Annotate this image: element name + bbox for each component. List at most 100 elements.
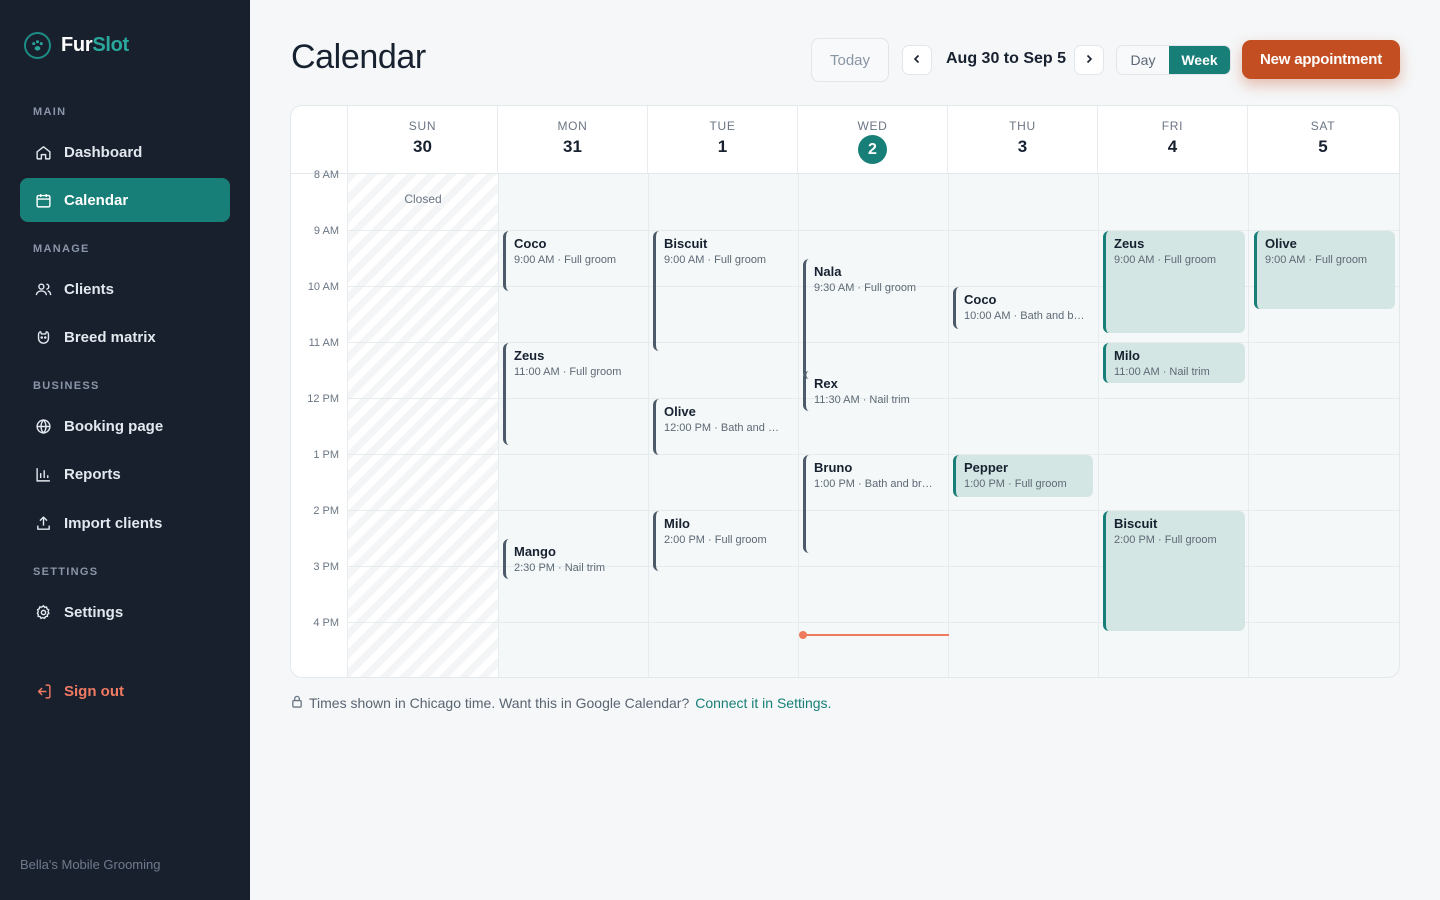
appointment-pet: Coco [964,292,997,307]
brand[interactable]: FurSlot [24,32,129,59]
sidebar-item-settings[interactable]: Settings [20,590,230,634]
appointment-card[interactable]: Milo 11:00 AM · Nail trim [1103,343,1245,383]
sidebar-item-import-clients[interactable]: Import clients [20,501,230,545]
hour-label: 4 PM [313,617,339,629]
appointment-card[interactable]: Olive 9:00 AM · Full groom [1254,231,1395,309]
appointment-card[interactable]: Biscuit 9:00 AM · Full groom [653,231,793,351]
sidebar-item-clients[interactable]: Clients [20,267,230,311]
appointment-card[interactable]: Rex 11:30 AM · Nail trim [803,371,943,411]
brand-name: FurSlot [61,34,129,57]
appointment-detail: 9:00 AM · Full groom [514,254,617,266]
appointment-pet: Milo [664,516,690,531]
day-date: 3 [1017,137,1028,156]
bar-chart-icon [34,465,52,483]
day-header-mon[interactable]: MON 31 [498,106,648,174]
appointment-card[interactable]: Zeus 9:00 AM · Full groom [1103,231,1245,333]
appointment-detail: 9:00 AM · Full groom [1114,254,1217,266]
sidebar-item-label: Calendar [64,191,129,209]
business-name: Bella's Mobile Grooming [20,857,161,872]
day-header-thu[interactable]: THU 3 [948,106,1098,174]
current-time-line [803,634,949,636]
today-button[interactable]: Today [811,38,889,82]
hour-label: 8 AM [313,169,339,181]
sign-out-label: Sign out [64,682,124,700]
connect-settings-link[interactable]: Connect it in Settings. [695,695,831,711]
day-divider [1248,174,1249,677]
dog-icon [34,328,52,346]
day-header-sat[interactable]: SAT 5 [1248,106,1398,174]
time-grid[interactable]: 8 AM 9 AM 10 AM 11 AM 12 PM 1 PM 2 PM 3 … [291,169,1399,677]
sidebar-item-label: Booking page [64,417,164,435]
day-name: TUE [709,119,736,133]
day-name: WED [857,119,888,133]
date-range: Aug 30 to Sep 5 [946,50,1067,67]
week-calendar: SUN 30 MON 31 TUE 1 WED 2 THU 3 FRI 4 SA… [290,105,1400,678]
brand-name-part1: Fur [61,34,93,56]
hour-label: 12 PM [307,393,339,405]
timezone-note: Times shown in Chicago time. Want this i… [291,695,831,711]
appointment-card[interactable]: Olive 12:00 PM · Bath and brush [653,399,793,455]
appointment-detail: 2:00 PM · Full groom [664,534,767,546]
lock-icon [291,695,303,711]
sign-out-button[interactable]: Sign out [20,669,230,713]
appointment-detail: 1:00 PM · Full groom [964,478,1067,490]
appointment-detail: 2:00 PM · Full groom [1114,534,1217,546]
sidebar-item-reports[interactable]: Reports [20,452,230,496]
brand-name-part2: Slot [92,34,129,56]
hour-label: 10 AM [307,281,339,293]
appointment-detail: 11:30 AM · Nail trim [814,394,910,406]
day-header-tue[interactable]: TUE 1 [648,106,798,174]
day-view-button[interactable]: Day [1117,46,1169,74]
sidebar-item-label: Settings [64,603,124,621]
appointment-pet: Olive [1265,236,1297,251]
hour-label: 11 AM [308,337,339,349]
appointment-card[interactable]: Mango 2:30 PM · Nail trim [503,539,643,579]
sidebar-item-label: Breed matrix [64,328,156,346]
appointment-card[interactable]: Nala 9:30 AM · Full groom [803,259,943,379]
day-name: SUN [408,119,437,133]
appointment-card[interactable]: Zeus 11:00 AM · Full groom [503,343,643,445]
day-date: 4 [1167,137,1178,156]
appointment-detail: 9:00 AM · Full groom [1265,254,1368,266]
day-name: SAT [1310,119,1336,133]
nav-section-business: BUSINESS [33,380,100,392]
appointment-card[interactable]: Coco 10:00 AM · Bath and brush [953,287,1093,329]
appointment-card[interactable]: Biscuit 2:00 PM · Full groom [1103,511,1245,631]
day-divider [798,174,799,677]
appointment-card[interactable]: Pepper 1:00 PM · Full groom [953,455,1093,497]
appointment-pet: Biscuit [664,236,708,251]
appointment-card[interactable]: Milo 2:00 PM · Full groom [653,511,793,571]
new-appointment-button[interactable]: New appointment [1242,40,1400,79]
day-name: MON [557,119,588,133]
appointment-pet: Bruno [814,460,853,475]
appointment-pet: Mango [514,544,556,559]
day-divider [648,174,649,677]
week-view-button[interactable]: Week [1169,46,1230,74]
upload-icon [34,514,52,532]
day-header-wed[interactable]: WED 2 [798,106,948,174]
day-divider [498,174,499,677]
closed-day-block [348,174,498,677]
appointment-pet: Pepper [964,460,1009,475]
time-gutter: 8 AM 9 AM 10 AM 11 AM 12 PM 1 PM 2 PM 3 … [291,169,348,677]
sidebar-item-dashboard[interactable]: Dashboard [20,130,230,174]
sidebar-item-booking-page[interactable]: Booking page [20,404,230,448]
sidebar-item-label: Reports [64,465,121,483]
timezone-text: Times shown in Chicago time. Want this i… [309,695,690,711]
users-icon [34,280,52,298]
sidebar-item-breed-matrix[interactable]: Breed matrix [20,315,230,359]
appointment-detail: 11:00 AM · Full groom [514,366,622,378]
sidebar-item-calendar[interactable]: Calendar [20,178,230,222]
appointment-pet: Nala [814,264,842,279]
appointment-detail: 9:00 AM · Full groom [664,254,767,266]
home-icon [34,143,52,161]
day-header-sun[interactable]: SUN 30 [348,106,498,174]
hour-label: 9 AM [313,225,339,237]
appointment-card[interactable]: Bruno 1:00 PM · Bath and brush [803,455,943,553]
day-header-fri[interactable]: FRI 4 [1098,106,1248,174]
appointment-card[interactable]: Coco 9:00 AM · Full groom [503,231,643,291]
day-date: 30 [413,137,432,156]
day-divider [1098,174,1099,677]
previous-week-button[interactable] [902,45,932,75]
next-week-button[interactable] [1074,45,1104,75]
